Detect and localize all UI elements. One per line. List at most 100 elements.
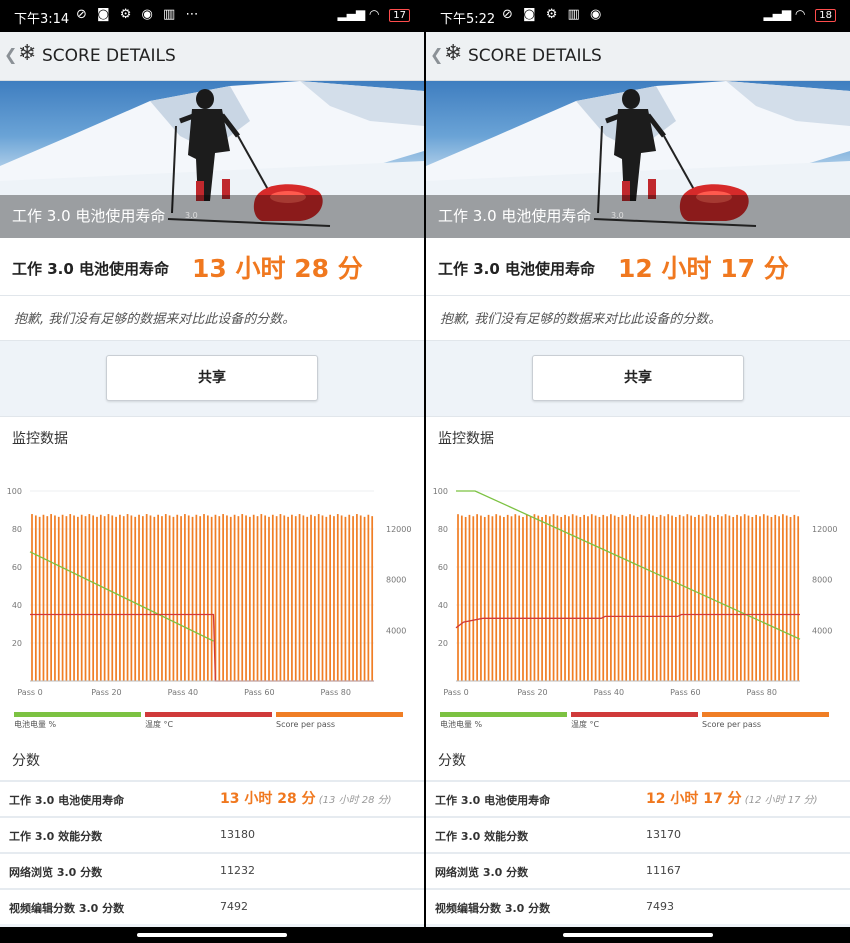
score-bar bbox=[42, 514, 45, 681]
score-bar bbox=[625, 516, 628, 681]
score-bar bbox=[141, 516, 144, 681]
signal-wifi-icon: ▂▄▆ ◠ bbox=[763, 7, 806, 21]
scores-title: 分数 bbox=[12, 753, 40, 769]
score-bar bbox=[457, 514, 459, 681]
score-bar bbox=[356, 514, 358, 681]
x-tick-label: Pass 20 bbox=[91, 688, 121, 697]
hero-banner: 工作 3.0 电池使用寿命 3.0 bbox=[426, 81, 850, 238]
score-bar bbox=[644, 516, 647, 681]
y2-tick-label: 8000 bbox=[812, 576, 832, 585]
score-bar bbox=[606, 516, 608, 681]
row-value-sub: (12 小时 17 分) bbox=[741, 795, 818, 806]
score-bar bbox=[115, 516, 117, 681]
score-bar bbox=[472, 516, 475, 681]
chart-svg: 100 80 60 40 20 12000 8000 4000 Pass 0 Pass 20 Pas… bbox=[7, 487, 412, 729]
score-bar bbox=[675, 516, 677, 681]
share-button[interactable]: 共享 bbox=[106, 355, 318, 401]
score-bar bbox=[759, 516, 761, 681]
row-label: 工作 3.0 效能分数 bbox=[435, 830, 529, 843]
legend-label: 温度 °C bbox=[571, 719, 600, 729]
score-bar bbox=[499, 515, 501, 681]
score-bar bbox=[310, 514, 312, 681]
score-bar bbox=[46, 516, 49, 681]
y-tick-label: 100 bbox=[7, 487, 22, 496]
legend-swatch bbox=[276, 712, 403, 717]
score-bar bbox=[363, 516, 366, 681]
score-value: 12 小时 17 分 bbox=[618, 254, 789, 283]
score-bar bbox=[126, 514, 129, 681]
y-tick-label: 60 bbox=[438, 563, 448, 572]
score-bar bbox=[705, 514, 708, 681]
chart-svg: 100 80 60 40 20 12000 8000 4000 Pass 0 Pass 20 Pas… bbox=[433, 487, 838, 729]
score-bar bbox=[359, 515, 362, 681]
y-tick-label: 20 bbox=[438, 639, 448, 648]
nav-bar bbox=[426, 927, 850, 943]
score-bar bbox=[587, 516, 589, 681]
table-row: 网络浏览 3.0 分数 11232 bbox=[0, 852, 424, 888]
score-bar bbox=[743, 514, 746, 681]
score-bar bbox=[271, 514, 274, 681]
score-bar bbox=[138, 514, 140, 681]
legend-swatch bbox=[571, 712, 698, 717]
score-bar bbox=[690, 515, 693, 681]
snowflake-icon: ❄ bbox=[444, 41, 463, 66]
score-bar bbox=[187, 515, 190, 681]
series-line bbox=[29, 551, 214, 642]
score-bar bbox=[678, 514, 681, 681]
table-row: 视频编辑分数 3.0 分数 7493 bbox=[426, 888, 850, 924]
score-label: 工作 3.0 电池使用寿命 bbox=[438, 260, 596, 278]
share-button[interactable]: 共享 bbox=[532, 355, 744, 401]
score-bar bbox=[340, 515, 343, 681]
back-icon[interactable]: ❮ bbox=[430, 45, 443, 64]
signal-wifi-icon: ▂▄▆ ◠ bbox=[337, 7, 380, 21]
score-bar bbox=[107, 514, 110, 681]
score-bar bbox=[145, 514, 148, 681]
score-bar bbox=[491, 516, 494, 681]
x-tick-label: Pass 80 bbox=[747, 688, 777, 697]
score-bar bbox=[537, 515, 540, 681]
score-bar bbox=[287, 516, 289, 681]
y2-tick-label: 12000 bbox=[386, 525, 411, 534]
score-bar bbox=[306, 516, 309, 681]
table-row: 工作 3.0 电池使用寿命 12 小时 17 分 (12 小时 17 分) bbox=[426, 780, 850, 816]
x-tick-label: Pass 80 bbox=[321, 688, 351, 697]
score-bar bbox=[751, 516, 754, 681]
score-bar bbox=[65, 516, 68, 681]
score-bar bbox=[134, 516, 137, 681]
row-value: 12 小时 17 分 (12 小时 17 分) bbox=[646, 791, 818, 807]
score-bar bbox=[157, 514, 159, 681]
row-label: 工作 3.0 电池使用寿命 bbox=[435, 794, 551, 807]
score-bar bbox=[541, 516, 543, 681]
score-bar bbox=[218, 516, 221, 681]
score-bar bbox=[206, 515, 209, 681]
score-bar bbox=[720, 516, 723, 681]
back-icon[interactable]: ❮ bbox=[4, 45, 17, 64]
score-bar bbox=[88, 514, 91, 681]
score-bar bbox=[510, 516, 513, 681]
score-bar bbox=[325, 516, 328, 681]
score-card: 工作 3.0 电池使用寿命 12 小时 17 分 bbox=[426, 238, 850, 296]
x-tick-label: Pass 60 bbox=[670, 688, 700, 697]
score-bar bbox=[682, 516, 685, 681]
score-bar bbox=[575, 515, 578, 681]
score-bar bbox=[103, 516, 106, 681]
page-title: SCORE DETAILS bbox=[42, 46, 176, 66]
score-bar bbox=[518, 515, 521, 681]
score-bar bbox=[199, 516, 202, 681]
legend-swatch bbox=[440, 712, 567, 717]
score-bar bbox=[545, 514, 547, 681]
legend-label: 电池电量 % bbox=[440, 719, 483, 729]
score-bar bbox=[249, 516, 251, 681]
score-bar bbox=[367, 514, 370, 681]
hero-version: 3.0 bbox=[611, 211, 624, 220]
hero-title: 工作 3.0 电池使用寿命 bbox=[12, 207, 166, 225]
score-bar bbox=[762, 514, 765, 681]
score-bar bbox=[195, 514, 198, 681]
legend-swatch bbox=[145, 712, 272, 717]
row-label: 工作 3.0 电池使用寿命 bbox=[9, 794, 125, 807]
home-indicator[interactable] bbox=[563, 933, 713, 937]
home-indicator[interactable] bbox=[137, 933, 287, 937]
score-bar bbox=[176, 514, 179, 681]
score-bar bbox=[168, 515, 171, 681]
score-bar bbox=[778, 516, 780, 681]
